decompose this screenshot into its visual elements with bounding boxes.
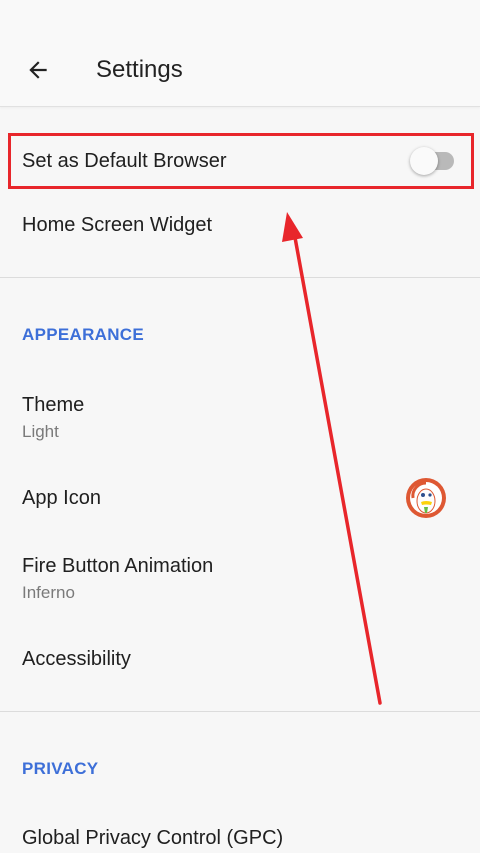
gpc-label: Global Privacy Control (GPC) <box>22 827 284 849</box>
accessibility-row[interactable]: Accessibility <box>0 632 480 688</box>
default-browser-row[interactable]: Set as Default Browser <box>0 134 480 188</box>
app-bar: Settings <box>0 0 480 107</box>
appearance-section-header: APPEARANCE <box>22 325 145 344</box>
duckduckgo-logo-icon[interactable] <box>405 477 447 519</box>
accessibility-label: Accessibility <box>22 648 131 670</box>
section-divider <box>0 711 480 712</box>
theme-value: Light <box>22 422 59 441</box>
page-title: Settings <box>96 56 183 83</box>
privacy-section-header: PRIVACY <box>22 759 99 778</box>
default-browser-label: Set as Default Browser <box>22 150 227 172</box>
settings-screen: Settings Set as Default Browser Home Scr… <box>0 0 480 853</box>
theme-row[interactable]: Theme Light <box>0 380 480 450</box>
gpc-row[interactable]: Global Privacy Control (GPC) <box>0 812 480 853</box>
back-button[interactable] <box>16 48 60 92</box>
home-screen-widget-row[interactable]: Home Screen Widget <box>0 198 480 254</box>
theme-label: Theme <box>22 394 85 416</box>
home-screen-widget-label: Home Screen Widget <box>22 214 213 236</box>
fire-button-animation-value: Inferno <box>22 583 75 602</box>
arrow-left-icon <box>29 61 47 79</box>
default-browser-toggle[interactable] <box>410 147 456 175</box>
fire-button-animation-row[interactable]: Fire Button Animation Inferno <box>0 542 480 612</box>
toggle-thumb <box>410 147 438 175</box>
app-icon-label: App Icon <box>22 487 101 509</box>
fire-button-animation-label: Fire Button Animation <box>22 555 214 577</box>
section-divider <box>0 277 480 278</box>
